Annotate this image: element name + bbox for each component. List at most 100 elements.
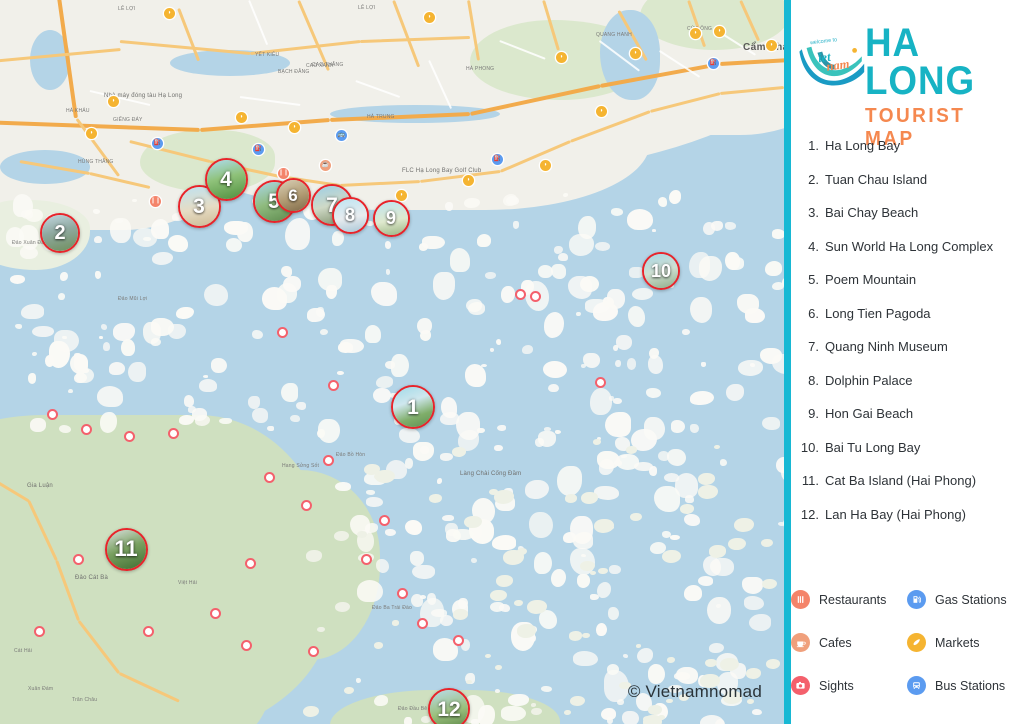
sight-map-pin[interactable] (243, 642, 250, 649)
karst-islet (543, 426, 552, 431)
attraction-list-item[interactable]: 2. Tuan Chau Island (791, 172, 1024, 206)
karst-islet (99, 412, 117, 433)
karst-islet (610, 208, 624, 216)
gas-map-pin[interactable]: ⛽ (152, 138, 163, 149)
karst-islet (607, 716, 613, 724)
attraction-list-item[interactable]: 3. Bai Chay Beach (791, 205, 1024, 239)
sight-map-pin[interactable] (170, 430, 177, 437)
attraction-list-item[interactable]: 4. Sun World Ha Long Complex (791, 239, 1024, 273)
sight-map-pin[interactable] (310, 648, 317, 655)
map-marker-9[interactable]: 9 (372, 199, 410, 237)
sight-map-pin[interactable] (36, 628, 43, 635)
gas-map-pin[interactable]: ⛽ (492, 154, 503, 165)
attraction-list-item[interactable]: 8. Dolphin Palace (791, 373, 1024, 407)
market-map-pin[interactable]: ◗ (630, 48, 641, 59)
karst-islet (502, 193, 517, 206)
attraction-index: 5. (808, 272, 819, 287)
legend-item-gas-stations[interactable]: Gas Stations (907, 590, 1024, 609)
sight-map-pin[interactable] (49, 411, 56, 418)
karst-islet (654, 486, 680, 512)
karst-islet (452, 529, 474, 540)
karst-islet (583, 352, 600, 369)
map-label: HÀ PHONG (466, 66, 495, 72)
sight-map-pin[interactable] (212, 610, 219, 617)
marker-number: 8 (344, 205, 355, 225)
gas-map-pin[interactable]: ⛽ (253, 144, 264, 155)
sight-map-pin[interactable] (419, 620, 426, 627)
attraction-list-item[interactable]: 12. Lan Ha Bay (Hai Phong) (791, 507, 1024, 541)
karst-islet (508, 694, 529, 707)
legend-item-markets[interactable]: Markets (907, 633, 1024, 652)
legend-item-restaurants[interactable]: Restaurants (791, 590, 907, 609)
sight-map-pin[interactable] (455, 637, 462, 644)
rest-map-pin[interactable]: ❙❙ (278, 168, 289, 179)
sight-map-pin[interactable] (75, 556, 82, 563)
attraction-list-item[interactable]: 7. Quang Ninh Museum (791, 339, 1024, 373)
karst-islet (92, 208, 100, 215)
map-marker-12[interactable]: 12 (428, 688, 470, 724)
cafe-map-pin[interactable]: ☕ (320, 160, 331, 171)
legend-item-bus-stations[interactable]: Bus Stations (907, 676, 1024, 695)
karst-islet (318, 419, 340, 443)
attraction-list-item[interactable]: 10. Bai Tu Long Bay (791, 440, 1024, 474)
market-map-pin[interactable]: ◗ (463, 175, 474, 186)
map-marker-2[interactable]: 2 (40, 213, 80, 253)
sight-map-pin[interactable] (266, 474, 273, 481)
sight-map-pin[interactable] (381, 517, 388, 524)
karst-islet (616, 698, 625, 705)
sight-map-pin[interactable] (363, 556, 370, 563)
sight-map-pin[interactable] (517, 291, 524, 298)
market-map-pin[interactable]: ◗ (766, 40, 777, 51)
market-map-pin[interactable]: ◗ (556, 52, 567, 63)
legend-item-cafes[interactable]: Cafes (791, 633, 907, 652)
sight-map-pin[interactable] (330, 382, 337, 389)
karst-islet (183, 395, 195, 408)
market-map-pin[interactable]: ◗ (164, 8, 175, 19)
karst-islet (683, 584, 703, 602)
map-marker-10[interactable]: 10 (642, 252, 680, 290)
map-marker-1[interactable]: 1 (391, 385, 435, 429)
market-map-pin[interactable]: ◗ (289, 122, 300, 133)
market-map-pin[interactable]: ◗ (690, 28, 701, 39)
map-marker-8[interactable]: 8 (331, 196, 369, 234)
gas-map-pin[interactable]: ⛽ (708, 58, 719, 69)
legend-item-sights[interactable]: Sights (791, 676, 907, 695)
sight-map-pin[interactable] (597, 379, 604, 386)
attraction-index: 3. (808, 205, 819, 220)
attraction-list-item[interactable]: 11. Cat Ba Island (Hai Phong) (791, 473, 1024, 507)
rest-map-pin[interactable]: ❙❙ (150, 196, 161, 207)
market-map-pin[interactable]: ◗ (86, 128, 97, 139)
sight-map-pin[interactable] (532, 293, 539, 300)
attraction-list-item[interactable]: 5. Poem Mountain (791, 272, 1024, 306)
market-map-pin[interactable]: ◗ (108, 96, 119, 107)
market-map-pin[interactable]: ◗ (396, 190, 407, 201)
sight-map-pin[interactable] (325, 457, 332, 464)
attraction-index: 6. (808, 305, 819, 321)
market-map-pin[interactable]: ◗ (540, 160, 551, 171)
karst-islet (708, 545, 727, 558)
sight-map-pin[interactable] (279, 329, 286, 336)
sight-map-pin[interactable] (303, 502, 310, 509)
market-map-pin[interactable]: ◗ (714, 26, 725, 37)
map-label: Xuân Đám (28, 686, 54, 692)
karst-islet (20, 210, 34, 220)
map-canvas[interactable]: LÊ LỢI LÊ LỢI Nhà máy đóng tàu Hạ Long HÀ K… (0, 0, 784, 724)
market-map-pin[interactable]: ◗ (424, 12, 435, 23)
map-marker-4[interactable]: 4 (204, 157, 248, 201)
sight-map-pin[interactable] (247, 560, 254, 567)
sight-map-pin[interactable] (399, 590, 406, 597)
map-marker-11[interactable]: 11 (104, 527, 148, 571)
sight-map-pin[interactable] (145, 628, 152, 635)
attraction-list-item[interactable]: 6. Long Tien Pagoda (791, 306, 1024, 340)
karst-islet (658, 196, 668, 207)
sight-map-pin[interactable] (83, 426, 90, 433)
sight-map-pin[interactable] (126, 433, 133, 440)
attraction-list-item[interactable]: 1. Ha Long Bay (791, 138, 1024, 172)
market-map-pin[interactable]: ◗ (236, 112, 247, 123)
bus-map-pin[interactable]: 🚌 (336, 130, 347, 141)
map-label: Đảo Mũi Lợi (118, 296, 148, 302)
attraction-list-item[interactable]: 9. Hon Gai Beach (791, 406, 1024, 440)
market-map-pin[interactable]: ◗ (596, 106, 607, 117)
attraction-name: Ha Long Bay (825, 138, 901, 153)
map-marker-6[interactable]: 6 (275, 177, 311, 213)
